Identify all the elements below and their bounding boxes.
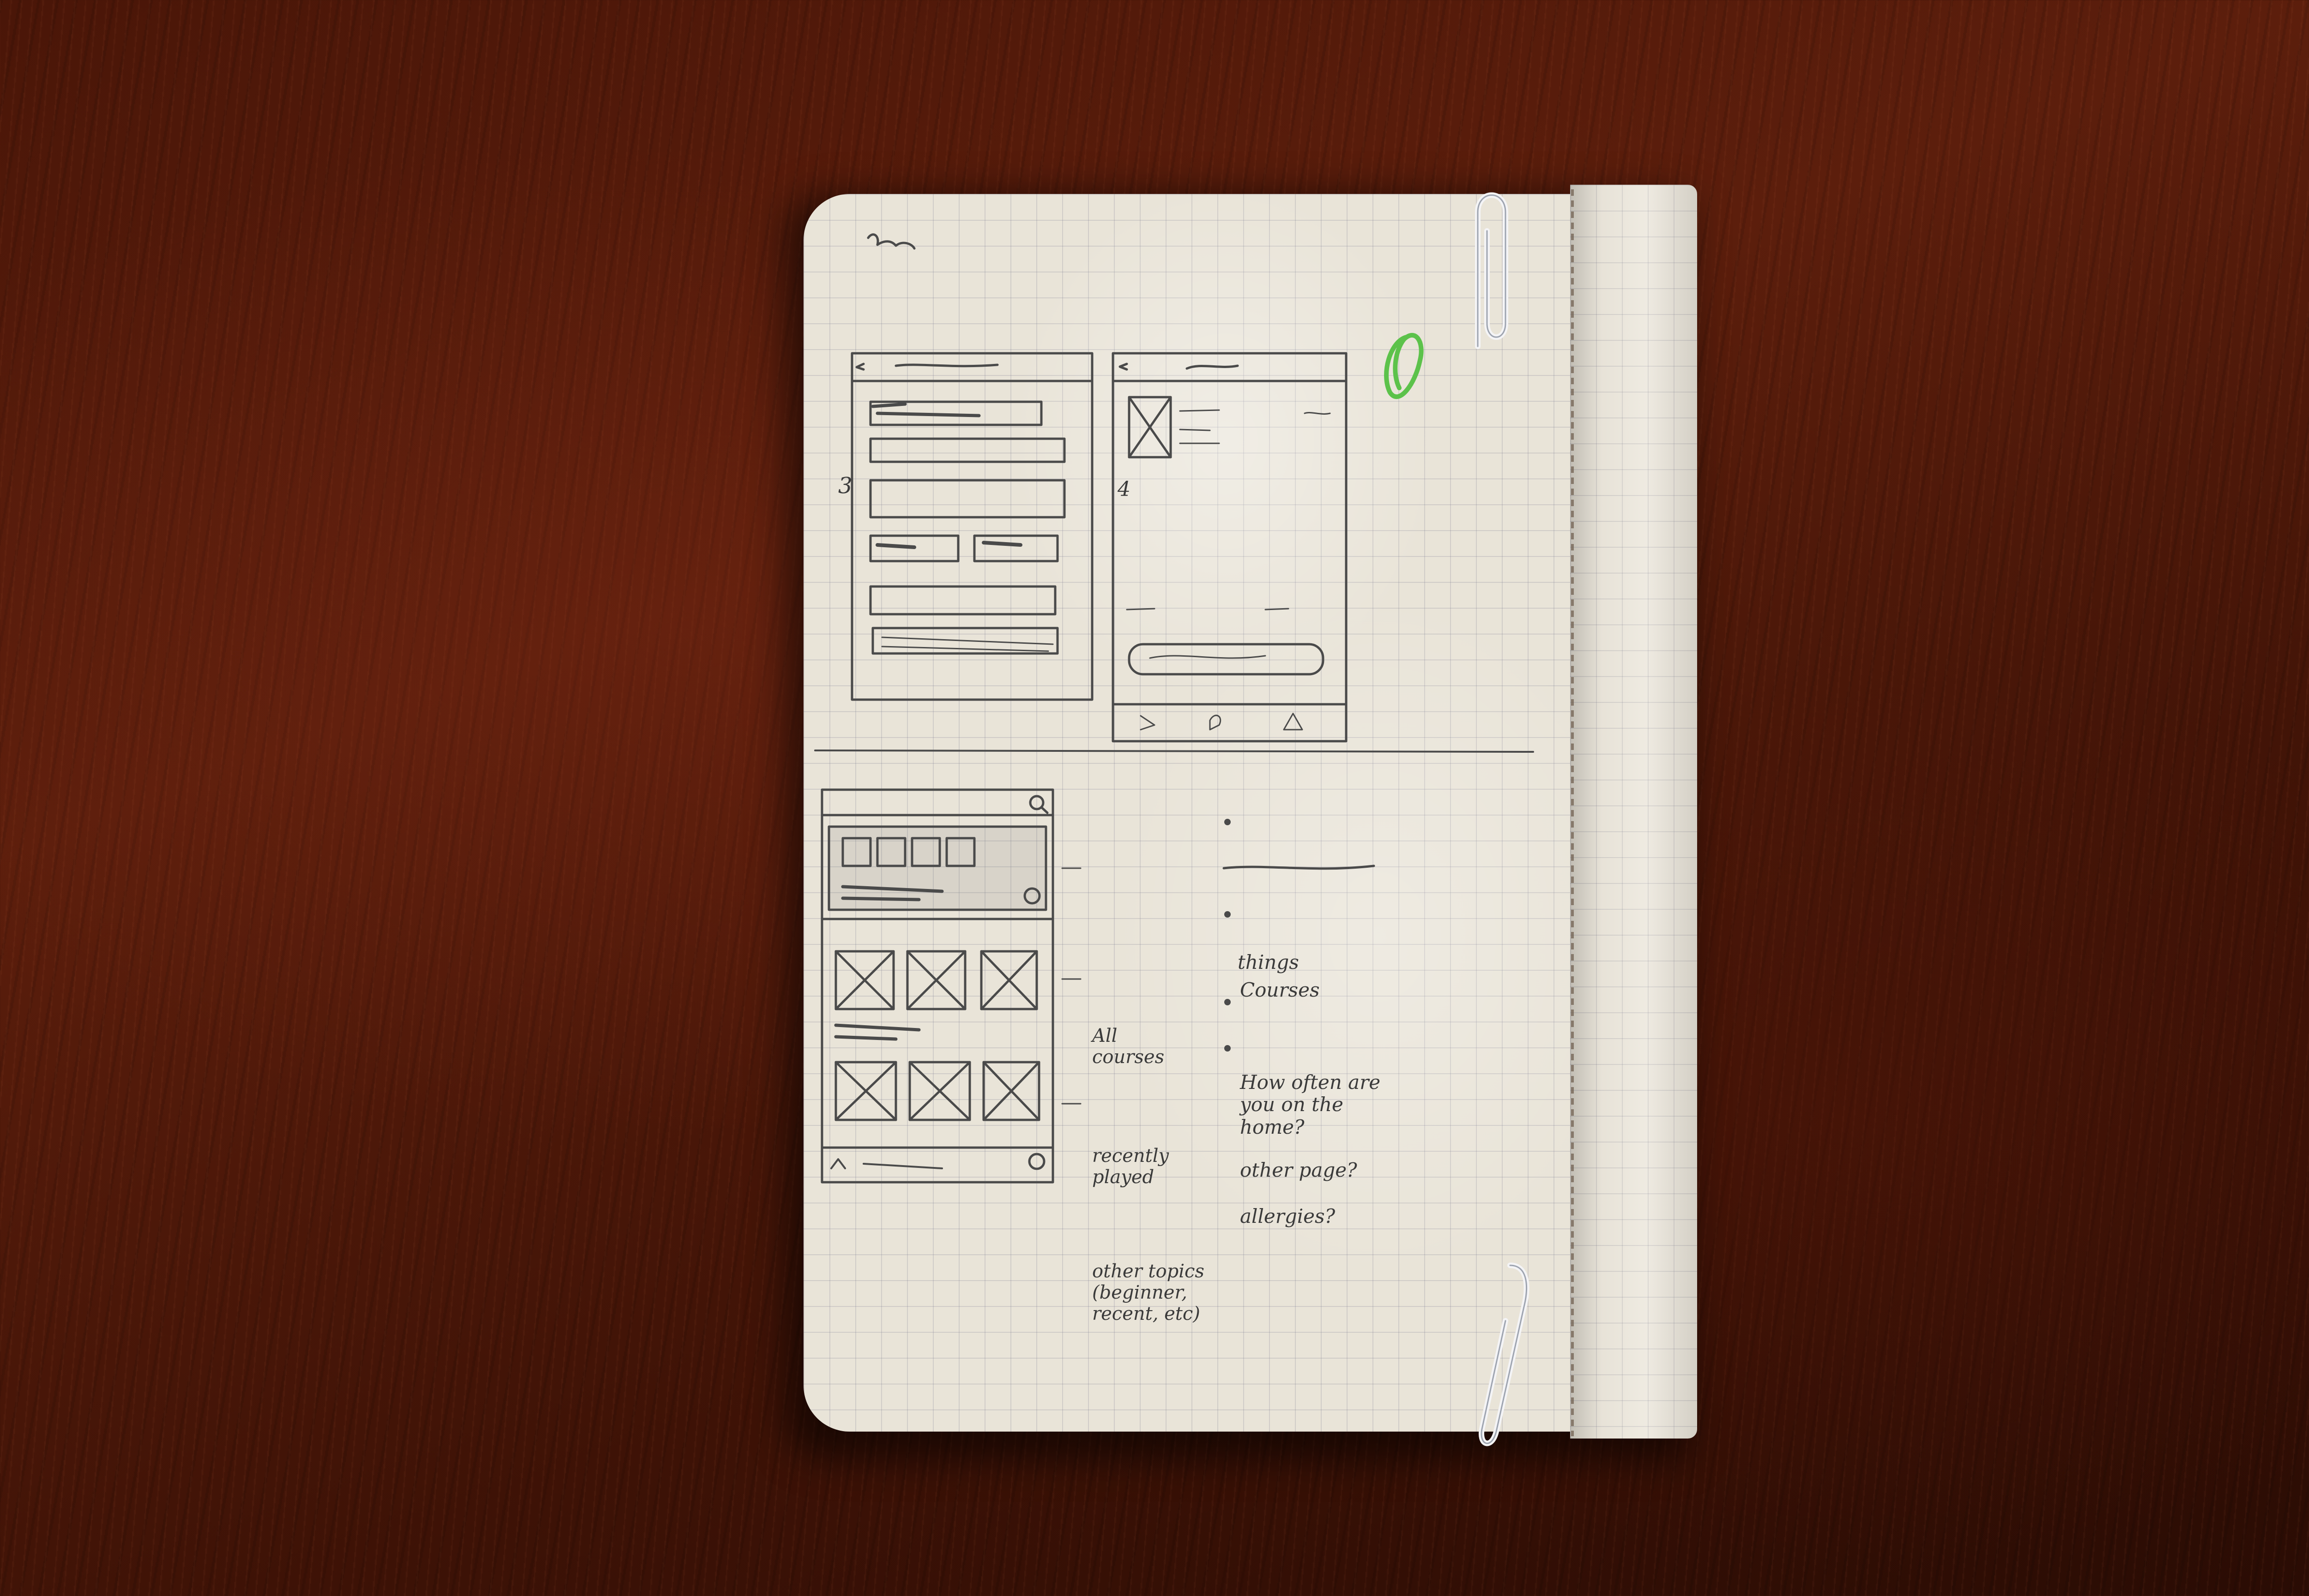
- wireframe-sketches: [814, 233, 1534, 1184]
- checklist-item-3: other page?: [1240, 1159, 1357, 1181]
- annotation-other-topics: other topics (beginner, recent, etc): [1092, 1261, 1204, 1324]
- checklist-item-2: How often are you on the home?: [1240, 1071, 1381, 1138]
- folded-page-edge: [1570, 185, 1697, 1439]
- green-check-mark: [1384, 332, 1424, 399]
- paper-clip-bottom: [1479, 1263, 1529, 1446]
- page-number-3: 3: [838, 473, 852, 499]
- checklist-item-1: Courses: [1240, 979, 1320, 1001]
- paper-clip-top: [1475, 192, 1508, 349]
- wireframe-screen-home: [821, 788, 1082, 1184]
- crossed-out-item: [1222, 864, 1375, 870]
- page-number-4: 4: [1118, 478, 1130, 501]
- photo-scene: 3 4 All courses recently played other to…: [0, 0, 2309, 1596]
- wireframe-screen-cart: [1112, 352, 1348, 743]
- annotation-all-courses: All courses: [1092, 1025, 1165, 1068]
- checklist-heading: things: [1238, 951, 1299, 973]
- checklist-bullets: [1224, 819, 1231, 1052]
- annotation-recently-played: recently played: [1092, 1145, 1169, 1188]
- perforation-line: [1571, 189, 1574, 1436]
- checklist-item-4: allergies?: [1240, 1205, 1336, 1227]
- scribble-title: [867, 233, 916, 250]
- wireframe-screen-payment: [851, 352, 1094, 701]
- notebook: 3 4 All courses recently played other to…: [785, 185, 1697, 1459]
